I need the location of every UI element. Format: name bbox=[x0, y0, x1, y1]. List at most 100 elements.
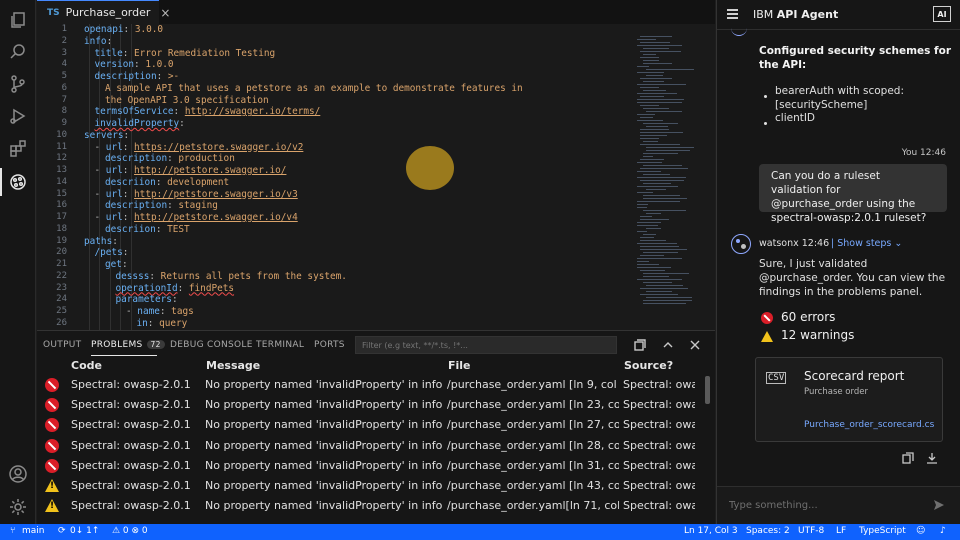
cursor-position[interactable]: Ln 17, Col 3 bbox=[684, 526, 738, 536]
code-line[interactable]: description: production bbox=[105, 153, 235, 165]
code-line[interactable]: - url: http://petstore.swagger.io/v3 bbox=[95, 189, 298, 201]
code-line[interactable]: openapi: 3.0.0 bbox=[84, 24, 163, 36]
code-token: findPets bbox=[188, 282, 235, 294]
code-token: : bbox=[122, 47, 135, 59]
code-line[interactable]: info: bbox=[84, 36, 112, 48]
line-number: 7 bbox=[61, 94, 67, 105]
send-icon[interactable] bbox=[933, 499, 945, 511]
problem-row[interactable]: Spectral: owasp-2.0.1 No property named '… bbox=[37, 415, 703, 435]
ai-badge[interactable]: AI bbox=[933, 6, 951, 22]
line-number: 1 bbox=[61, 24, 67, 34]
account-icon[interactable] bbox=[6, 462, 30, 486]
search-icon[interactable] bbox=[6, 40, 30, 64]
scorecard-file-link[interactable]: Purchase_order_scorecard.csv bbox=[804, 420, 934, 430]
code-line[interactable]: dessss: Returns all pets from the system… bbox=[116, 271, 347, 283]
code-line[interactable]: description: >- bbox=[95, 71, 180, 83]
tab-problems[interactable]: PROBLEMS 72 bbox=[91, 340, 165, 350]
minimap-line bbox=[637, 177, 686, 178]
code-editor[interactable]: openapi: 3.0.0 info: title: Error Remediat… bbox=[84, 24, 644, 330]
code-line[interactable]: servers: bbox=[84, 130, 129, 142]
problem-row[interactable]: Spectral: owasp-2.0.1 No property named '… bbox=[37, 456, 703, 476]
api-agent-icon[interactable] bbox=[6, 170, 30, 194]
code-token: TEST bbox=[167, 223, 190, 235]
panel-scrollbar[interactable] bbox=[705, 376, 710, 404]
maximize-panel-icon[interactable] bbox=[661, 338, 675, 352]
editor-tab-purchase-order[interactable]: TS Purchase_order × bbox=[37, 0, 170, 24]
code-line[interactable]: in: query bbox=[137, 318, 188, 330]
problem-row[interactable]: Spectral: owasp-2.0.1 No property named '… bbox=[37, 436, 703, 456]
code-line[interactable]: termsOfService: http://swagger.io/terms/ bbox=[95, 106, 321, 118]
code-token: https://petstore.swagger.io/v2 bbox=[134, 141, 304, 153]
run-debug-icon[interactable] bbox=[6, 104, 30, 128]
problem-row[interactable]: Spectral: owasp-2.0.1 No property named '… bbox=[37, 476, 703, 496]
extensions-icon[interactable] bbox=[6, 136, 30, 160]
tab-terminal[interactable]: TERMINAL bbox=[256, 340, 304, 350]
indent-guide bbox=[88, 24, 90, 330]
feedback-icon[interactable]: ☺ bbox=[916, 526, 925, 536]
code-line[interactable]: description: staging bbox=[105, 200, 218, 212]
chat-message-input[interactable] bbox=[723, 493, 923, 517]
git-branch[interactable]: main bbox=[22, 526, 45, 536]
problem-row[interactable]: Spectral: owasp-2.0.1 No property named '… bbox=[37, 375, 703, 395]
sync-status[interactable]: 0↓ 1↑ bbox=[70, 526, 99, 536]
language-mode[interactable]: TypeScript bbox=[859, 526, 906, 536]
minimap-line bbox=[646, 189, 666, 190]
problem-row[interactable]: Spectral: owasp-2.0.1 No property named '… bbox=[37, 496, 703, 516]
encoding[interactable]: UTF-8 bbox=[798, 526, 824, 536]
code-line[interactable]: - url: https://petstore.swagger.io/v2 bbox=[95, 142, 304, 154]
tab-ports[interactable]: PORTS bbox=[314, 340, 345, 350]
code-line[interactable]: /pets: bbox=[95, 247, 129, 259]
end-of-line[interactable]: LF bbox=[836, 526, 846, 536]
minimap-line bbox=[643, 90, 666, 91]
minimap-line bbox=[640, 168, 688, 169]
code-token: : bbox=[149, 270, 161, 282]
code-line[interactable]: - name: tags bbox=[126, 306, 194, 318]
collapse-all-icon[interactable] bbox=[633, 338, 647, 352]
column-header-source[interactable]: Source? bbox=[624, 359, 673, 372]
code-token: : bbox=[167, 200, 179, 212]
close-tab-icon[interactable]: × bbox=[160, 6, 170, 20]
source-control-icon[interactable] bbox=[6, 72, 30, 96]
tab-debug-console[interactable]: DEBUG CONSOLE bbox=[170, 340, 253, 350]
problems-filter-input[interactable] bbox=[355, 336, 617, 354]
code-line[interactable]: invalidProperty: bbox=[95, 118, 185, 130]
copy-icon[interactable] bbox=[902, 452, 914, 464]
code-line[interactable]: descriion: TEST bbox=[105, 224, 190, 236]
close-panel-icon[interactable] bbox=[688, 338, 702, 352]
code-line[interactable]: parameters: bbox=[116, 294, 178, 306]
prev-message-bullet-1: bearerAuth with scoped: [securityScheme] bbox=[775, 85, 904, 111]
problem-row[interactable]: Spectral: owasp-2.0.1 No property named '… bbox=[37, 395, 703, 415]
code-line[interactable]: title: Error Remediation Testing bbox=[95, 48, 276, 60]
hamburger-menu-icon[interactable] bbox=[727, 9, 738, 20]
minimap-line bbox=[646, 213, 661, 214]
code-line[interactable]: operationId: findPets bbox=[116, 283, 235, 295]
problems-summary[interactable]: ⚠ 0 ⊗ 0 bbox=[112, 526, 148, 536]
minimap-line bbox=[637, 267, 671, 268]
code-token: - bbox=[94, 141, 106, 153]
minimap-line bbox=[643, 153, 678, 154]
tab-output[interactable]: OUTPUT bbox=[43, 340, 81, 350]
explorer-icon[interactable] bbox=[6, 8, 30, 32]
code-line[interactable]: the OpenAPI 3.0 specification bbox=[105, 95, 269, 107]
download-icon[interactable] bbox=[926, 452, 938, 464]
minimap[interactable] bbox=[637, 36, 707, 306]
code-line[interactable]: descriion: development bbox=[105, 177, 229, 189]
minimap-line bbox=[637, 162, 662, 163]
column-header-file[interactable]: File bbox=[448, 359, 471, 372]
show-steps-link[interactable]: | Show steps ⌄ bbox=[831, 238, 902, 249]
problem-file: /purchase_order.yaml [ln 43, col 1] bbox=[447, 479, 619, 492]
code-line[interactable]: version: 1.0.0 bbox=[95, 59, 174, 71]
minimap-line bbox=[637, 93, 677, 94]
code-line[interactable]: A sample API that uses a petstore as an … bbox=[105, 83, 523, 95]
column-header-code[interactable]: Code bbox=[71, 359, 102, 372]
code-line[interactable]: - url: http://petstore.swagger.io/ bbox=[95, 165, 287, 177]
code-line[interactable]: get: bbox=[105, 259, 128, 271]
settings-gear-icon[interactable] bbox=[6, 495, 30, 519]
code-line[interactable]: paths: bbox=[84, 236, 118, 248]
column-header-message[interactable]: Message bbox=[206, 359, 260, 372]
user-message-timestamp: You 12:46 bbox=[901, 148, 946, 158]
code-line[interactable]: - url: http://petstore.swagger.io/v4 bbox=[95, 212, 298, 224]
notifications-bell-icon[interactable]: ♪ bbox=[940, 526, 946, 536]
code-token: 1.0.0 bbox=[145, 59, 174, 71]
indentation[interactable]: Spaces: 2 bbox=[746, 526, 790, 536]
